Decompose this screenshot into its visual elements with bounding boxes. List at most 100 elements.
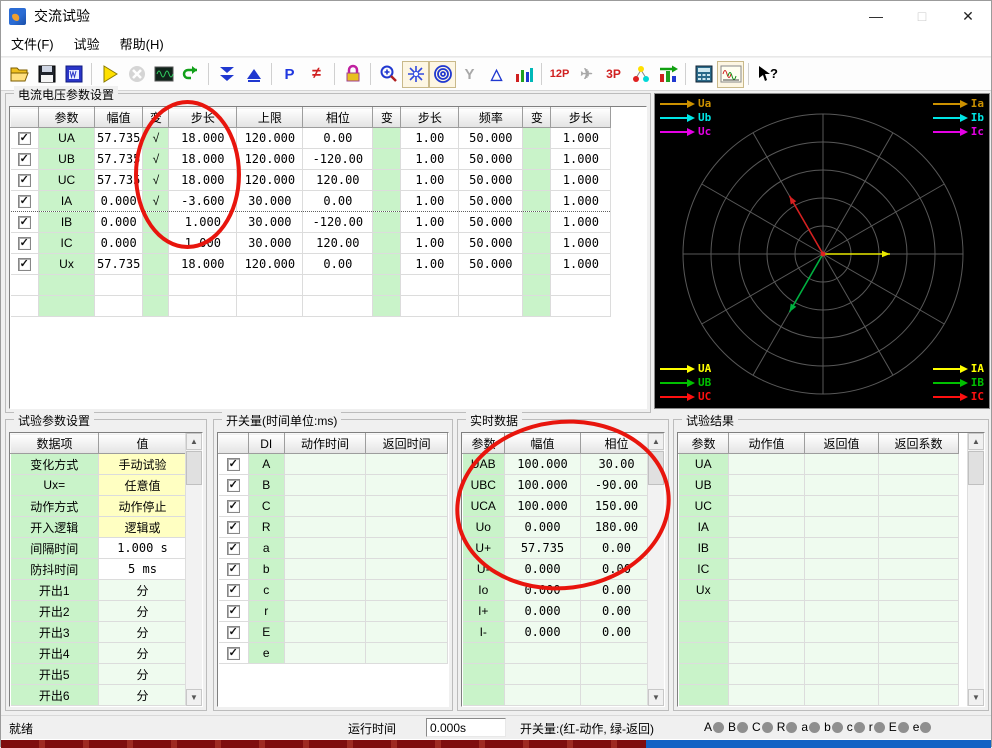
- param-value[interactable]: 50.000: [459, 254, 523, 275]
- param-value[interactable]: 50.000: [459, 191, 523, 212]
- param-value[interactable]: 1.00: [401, 254, 459, 275]
- param-value[interactable]: 1.00: [401, 128, 459, 149]
- realtime-scrollbar[interactable]: ▲ ▼: [647, 433, 664, 706]
- measure-amplitude[interactable]: 0.000: [505, 517, 581, 538]
- param-value[interactable]: 120.00: [303, 170, 373, 191]
- param-value[interactable]: [143, 254, 169, 275]
- scroll-thumb[interactable]: [648, 451, 664, 485]
- measure-phase[interactable]: 0.00: [581, 580, 653, 601]
- param-value[interactable]: 30.000: [237, 191, 303, 212]
- switch-row[interactable]: ✓E: [219, 622, 448, 643]
- maximize-button[interactable]: □: [899, 1, 945, 31]
- measure-amplitude[interactable]: 100.000: [505, 454, 581, 475]
- test-params-scrollbar[interactable]: ▲ ▼: [185, 433, 202, 706]
- burst-view-button[interactable]: [402, 61, 429, 88]
- param-value[interactable]: 1.000: [551, 170, 611, 191]
- calculator-button[interactable]: [690, 61, 717, 88]
- measure-amplitude[interactable]: 0.000: [505, 622, 581, 643]
- measure-phase[interactable]: -90.00: [581, 475, 653, 496]
- realtime-header[interactable]: 幅值: [505, 434, 581, 454]
- result-param[interactable]: IB: [679, 538, 729, 559]
- param-value[interactable]: 50.000: [459, 170, 523, 191]
- result-param[interactable]: UB: [679, 475, 729, 496]
- menu-help[interactable]: 帮助(H): [110, 31, 174, 56]
- param-value[interactable]: 120.000: [237, 170, 303, 191]
- param-value[interactable]: 50.000: [459, 233, 523, 254]
- param-value[interactable]: [523, 170, 551, 191]
- setting-name[interactable]: Ux=: [11, 475, 99, 496]
- param-value[interactable]: [373, 254, 401, 275]
- measure-phase[interactable]: 0.00: [581, 601, 653, 622]
- result-param[interactable]: [679, 601, 729, 622]
- param-value[interactable]: 120.000: [237, 149, 303, 170]
- scroll-up-icon[interactable]: ▲: [186, 433, 202, 450]
- save-report-button[interactable]: [60, 61, 87, 88]
- measure-name[interactable]: I+: [463, 601, 505, 622]
- di-name[interactable]: C: [248, 496, 284, 517]
- param-value[interactable]: √: [143, 191, 169, 212]
- setting-value[interactable]: 分: [99, 685, 187, 706]
- measure-name[interactable]: U+: [463, 538, 505, 559]
- result-param[interactable]: UC: [679, 496, 729, 517]
- step-up-button[interactable]: [240, 61, 267, 88]
- main-col-header[interactable]: 步长: [551, 108, 611, 128]
- switch-row[interactable]: ✓b: [219, 559, 448, 580]
- setting-name[interactable]: 变化方式: [11, 454, 99, 475]
- switch-header[interactable]: DI: [248, 434, 284, 454]
- param-value[interactable]: 0.00: [303, 191, 373, 212]
- param-name[interactable]: IC: [39, 233, 95, 254]
- setting-row[interactable]: 开出5分: [11, 664, 187, 685]
- param-name[interactable]: UC: [39, 170, 95, 191]
- row-checkbox[interactable]: ✓: [227, 542, 240, 555]
- switch-row[interactable]: ✓a: [219, 538, 448, 559]
- result-param[interactable]: [679, 706, 729, 708]
- measure-phase[interactable]: 0.00: [581, 538, 653, 559]
- rocket-button[interactable]: ✈: [573, 61, 600, 88]
- param-row[interactable]: ✓UB57.735√18.000120.000-120.001.0050.000…: [11, 149, 611, 170]
- param-value[interactable]: 1.000: [551, 212, 611, 233]
- param-row[interactable]: ✓UA57.735√18.000120.0000.001.0050.0001.0…: [11, 128, 611, 149]
- measure-phase[interactable]: 150.00: [581, 496, 653, 517]
- param-value[interactable]: [373, 128, 401, 149]
- measure-name[interactable]: UAB: [463, 454, 505, 475]
- test-params-header[interactable]: 数据项: [11, 434, 99, 454]
- result-param[interactable]: UA: [679, 454, 729, 475]
- scroll-thumb[interactable]: [186, 451, 202, 485]
- param-value[interactable]: 30.000: [237, 212, 303, 233]
- three-phase-button[interactable]: 3P: [600, 61, 627, 88]
- waveform-monitor-button[interactable]: [150, 61, 177, 88]
- param-value[interactable]: 18.000: [169, 149, 237, 170]
- setting-value[interactable]: 5 ms: [99, 559, 187, 580]
- setting-name[interactable]: 防抖时间: [11, 559, 99, 580]
- save-file-button[interactable]: [33, 61, 60, 88]
- result-param[interactable]: [679, 643, 729, 664]
- param-value[interactable]: -120.00: [303, 212, 373, 233]
- scroll-down-icon[interactable]: ▼: [648, 689, 664, 706]
- param-value[interactable]: 1.00: [401, 191, 459, 212]
- menu-test[interactable]: 试验: [64, 31, 110, 56]
- param-value[interactable]: 1.000: [551, 128, 611, 149]
- realtime-header[interactable]: 参数: [463, 434, 505, 454]
- param-name[interactable]: IB: [39, 212, 95, 233]
- di-name[interactable]: b: [248, 559, 284, 580]
- measure-amplitude[interactable]: 100.000: [505, 496, 581, 517]
- close-button[interactable]: ✕: [945, 1, 991, 31]
- zoom-button[interactable]: [375, 61, 402, 88]
- row-checkbox[interactable]: ✓: [227, 479, 240, 492]
- setting-name[interactable]: 开出5: [11, 664, 99, 685]
- param-value[interactable]: [523, 212, 551, 233]
- measure-name[interactable]: Uo: [463, 517, 505, 538]
- realtime-header[interactable]: 相位: [581, 434, 653, 454]
- setting-name[interactable]: 动作方式: [11, 496, 99, 517]
- main-col-header[interactable]: 步长: [169, 108, 237, 128]
- measure-phase[interactable]: 30.00: [581, 454, 653, 475]
- param-value[interactable]: 120.00: [303, 233, 373, 254]
- stop-test-button[interactable]: [123, 61, 150, 88]
- y-connection-button[interactable]: Y: [456, 61, 483, 88]
- param-name[interactable]: UB: [39, 149, 95, 170]
- setting-row[interactable]: 开入逻辑逻辑或: [11, 517, 187, 538]
- param-value[interactable]: 50.000: [459, 212, 523, 233]
- param-value[interactable]: [523, 128, 551, 149]
- switch-header[interactable]: 返回时间: [366, 434, 448, 454]
- setting-value[interactable]: 逻辑或: [99, 517, 187, 538]
